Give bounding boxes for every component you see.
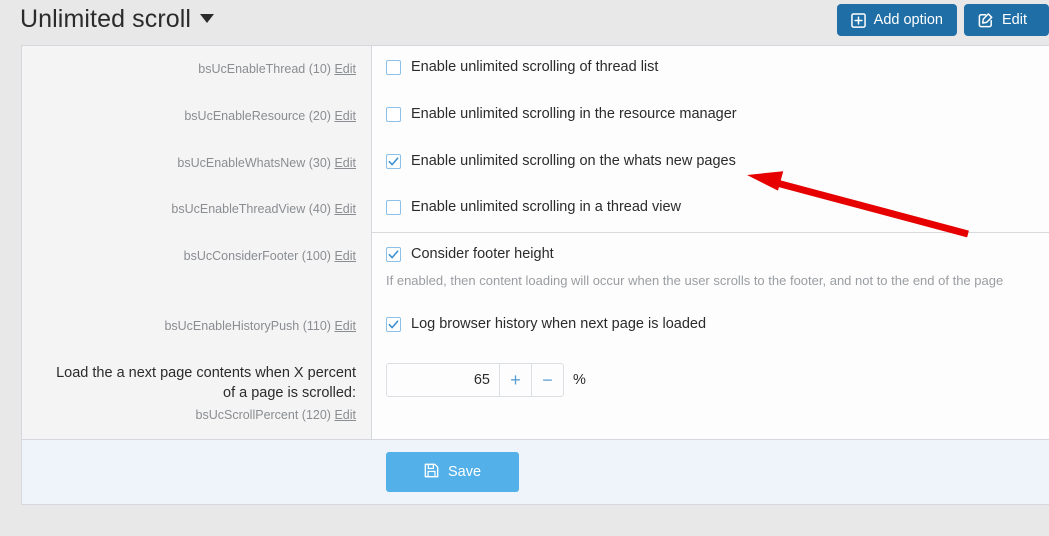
percent-unit-label: % — [573, 372, 586, 389]
save-button-label: Save — [448, 463, 482, 480]
save-button[interactable]: Save — [386, 451, 520, 493]
checkbox-line: Enable unlimited scrolling in a thread v… — [386, 199, 1035, 216]
option-row: bsUcEnableResource (20) Edit Enable unli… — [22, 92, 1049, 140]
plus-square-icon — [850, 12, 866, 28]
checkbox-line: Log browser history when next page is lo… — [386, 316, 1035, 333]
checkbox-line: Enable unlimited scrolling in the resour… — [386, 106, 1035, 123]
option-checkbox[interactable] — [386, 106, 401, 122]
option-row: bsUcEnableWhatsNew (30) Edit Enable unli… — [22, 139, 1049, 187]
scroll-percent-stepper-line: + − % — [386, 363, 1035, 398]
option-key-cell: bsUcEnableResource (20) Edit — [22, 92, 372, 140]
option-key: bsUcEnableWhatsNew (30) — [177, 155, 331, 170]
option-value-cell: Enable unlimited scrolling in the resour… — [372, 93, 1049, 136]
option-checkbox[interactable] — [386, 247, 401, 263]
pencil-square-icon — [978, 12, 994, 28]
option-value-cell: Enable unlimited scrolling of thread lis… — [372, 46, 1049, 89]
scroll-percent-stepper: + − — [386, 363, 564, 398]
decrement-button[interactable]: − — [531, 364, 563, 397]
option-key: bsUcConsiderFooter (100) — [183, 249, 331, 263]
option-key: bsUcEnableHistoryPush (110) — [164, 319, 331, 334]
page-title-text: Unlimited scroll — [20, 5, 192, 33]
scroll-percent-row: Load the a next page contents when X per… — [22, 350, 1049, 439]
scroll-percent-edit-link[interactable]: Edit — [334, 408, 356, 422]
option-edit-link[interactable]: Edit — [334, 202, 356, 216]
edit-button[interactable]: Edit — [964, 4, 1049, 36]
option-edit-link[interactable]: Edit — [334, 109, 356, 123]
options-list: bsUcEnableThread (10) Edit Enable unlimi… — [22, 46, 1049, 439]
option-row: bsUcEnableThread (10) Edit Enable unlimi… — [22, 46, 1049, 93]
add-option-label: Add option — [873, 11, 943, 28]
option-edit-link[interactable]: Edit — [334, 249, 356, 263]
scroll-percent-value-cell: + − % — [372, 350, 1049, 410]
option-hint: If enabled, then content loading will oc… — [386, 273, 1004, 289]
checkbox-line: Enable unlimited scrolling of thread lis… — [386, 59, 1035, 76]
option-row: bsUcConsiderFooter (100) Edit Consider f… — [22, 233, 1049, 304]
page-title[interactable]: Unlimited scroll — [20, 5, 215, 34]
option-checkbox[interactable] — [386, 153, 401, 169]
option-value-cell: Log browser history when next page is lo… — [372, 303, 1049, 346]
checkbox-line: Enable unlimited scrolling on the whats … — [386, 153, 1035, 170]
option-key-cell: bsUcEnableWhatsNew (30) Edit — [22, 139, 372, 187]
option-edit-link[interactable]: Edit — [334, 156, 356, 170]
option-label[interactable]: Enable unlimited scrolling in a thread v… — [411, 199, 681, 216]
option-label[interactable]: Enable unlimited scrolling on the whats … — [411, 153, 736, 170]
option-value-cell: Enable unlimited scrolling in a thread v… — [372, 186, 1049, 229]
option-edit-link[interactable]: Edit — [334, 62, 356, 76]
option-checkbox[interactable] — [386, 317, 401, 333]
edit-button-label: Edit — [1002, 11, 1027, 28]
option-key: bsUcEnableResource (20) — [184, 108, 331, 123]
option-label[interactable]: Log browser history when next page is lo… — [411, 316, 706, 333]
option-key-cell: bsUcEnableThreadView (40) Edit — [22, 186, 372, 233]
option-checkbox[interactable] — [386, 60, 401, 76]
option-key: bsUcEnableThreadView (40) — [171, 202, 331, 217]
scroll-percent-key-cell: Load the a next page contents when X per… — [22, 350, 372, 439]
option-key-cell: bsUcConsiderFooter (100) Edit — [22, 233, 372, 304]
checkbox-line: Consider footer height — [386, 246, 1035, 263]
page-header: Unlimited scroll Add option Edit — [0, 0, 1049, 45]
increment-button[interactable]: + — [499, 364, 531, 397]
option-row: bsUcEnableThreadView (40) Edit Enable un… — [22, 186, 1049, 233]
card-footer: Save — [22, 438, 1049, 505]
option-key-cell: bsUcEnableHistoryPush (110) Edit — [22, 303, 372, 351]
floppy-disk-icon — [424, 463, 439, 482]
option-checkbox[interactable] — [386, 200, 401, 216]
options-card: bsUcEnableThread (10) Edit Enable unlimi… — [21, 45, 1049, 506]
chevron-down-icon[interactable] — [200, 14, 215, 23]
scroll-percent-description: Load the a next page contents when X per… — [56, 365, 356, 401]
option-key-cell: bsUcEnableThread (10) Edit — [22, 46, 372, 93]
scroll-percent-input[interactable] — [387, 364, 499, 397]
option-label[interactable]: Consider footer height — [411, 246, 554, 263]
option-value-cell: Consider footer height If enabled, then … — [372, 233, 1049, 303]
option-value-cell: Enable unlimited scrolling on the whats … — [372, 140, 1049, 183]
option-edit-link[interactable]: Edit — [334, 319, 356, 333]
option-label[interactable]: Enable unlimited scrolling in the resour… — [411, 106, 737, 123]
option-label[interactable]: Enable unlimited scrolling of thread lis… — [411, 59, 658, 76]
scroll-percent-key: bsUcScrollPercent (120) — [195, 408, 331, 423]
header-actions: Add option Edit — [836, 4, 1049, 36]
add-option-button[interactable]: Add option — [836, 4, 957, 36]
option-row: bsUcEnableHistoryPush (110) Edit Log bro… — [22, 303, 1049, 351]
option-key: bsUcEnableThread (10) — [198, 62, 331, 76]
